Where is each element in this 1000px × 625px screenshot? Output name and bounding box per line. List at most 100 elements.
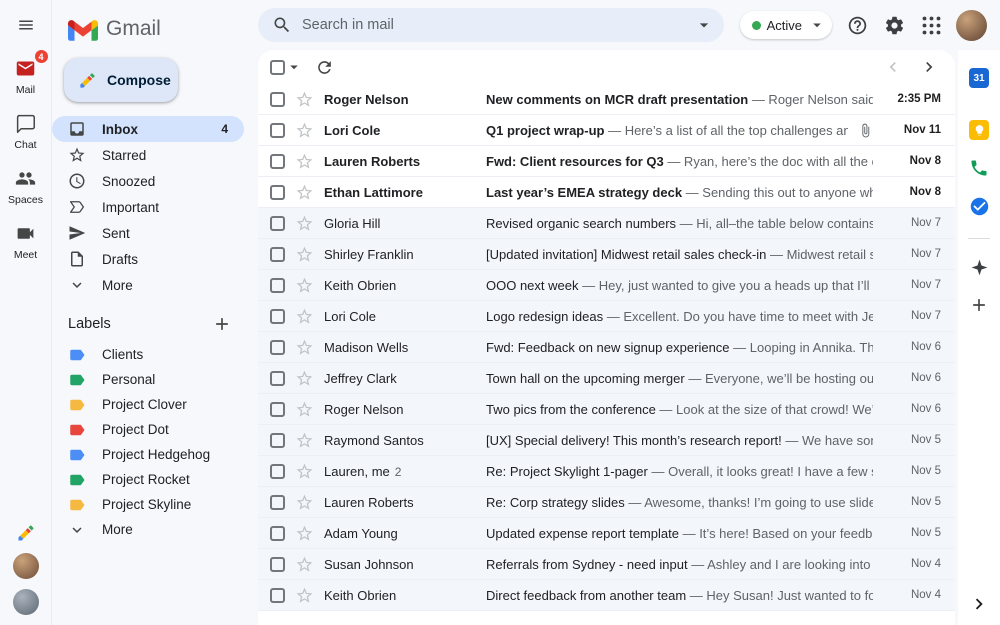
row-checkbox[interactable]: [270, 556, 285, 572]
addon-button[interactable]: [963, 251, 995, 283]
search-input[interactable]: [302, 17, 684, 33]
apps-grid-button[interactable]: [919, 13, 943, 37]
create-label-button[interactable]: [212, 314, 232, 334]
search-options-caret-icon[interactable]: [694, 15, 714, 35]
select-all-checkbox[interactable]: [270, 59, 285, 75]
row-checkbox[interactable]: [270, 370, 285, 386]
email-row[interactable]: Lauren, me 2 Re: Project Skylight 1-pager …: [258, 456, 955, 487]
row-checkbox[interactable]: [270, 153, 285, 169]
rail-item-mail[interactable]: 4 Mail: [6, 49, 49, 96]
row-checkbox[interactable]: [270, 308, 285, 324]
label-item-project-dot[interactable]: Project Dot: [52, 417, 244, 442]
sidebar-item-inbox[interactable]: Inbox 4: [52, 116, 244, 142]
email-row[interactable]: Lori Cole Logo redesign ideas — Excellent…: [258, 301, 955, 332]
star-icon[interactable]: [295, 90, 314, 109]
row-checkbox[interactable]: [270, 339, 285, 355]
email-subject: Logo redesign ideas: [486, 308, 604, 324]
avatar[interactable]: [12, 553, 39, 579]
select-caret-icon[interactable]: [285, 58, 303, 76]
star-icon[interactable]: [295, 555, 314, 574]
compose-button[interactable]: Compose: [64, 58, 178, 102]
rail-item-chat[interactable]: Chat: [6, 110, 46, 151]
star-icon[interactable]: [295, 493, 314, 512]
email-row[interactable]: Lauren Roberts Fwd: Client resources for …: [258, 146, 955, 177]
star-icon[interactable]: [295, 183, 314, 202]
tasks-button[interactable]: [963, 190, 995, 222]
label-item-project-rocket[interactable]: Project Rocket: [52, 467, 244, 492]
star-icon[interactable]: [295, 276, 314, 295]
row-checkbox[interactable]: [270, 91, 285, 107]
email-row[interactable]: Lauren Roberts Re: Corp strategy slides —…: [258, 487, 955, 518]
label-tag-icon: [68, 371, 86, 389]
profile-avatar[interactable]: [956, 9, 987, 41]
star-icon[interactable]: [295, 586, 314, 605]
row-checkbox[interactable]: [270, 246, 285, 262]
email-row[interactable]: Raymond Santos [UX] Special delivery! Thi…: [258, 425, 955, 456]
row-checkbox[interactable]: [270, 122, 285, 138]
row-checkbox[interactable]: [270, 184, 285, 200]
pencil-icon[interactable]: [16, 523, 36, 543]
help-button[interactable]: [845, 13, 869, 37]
keep-button[interactable]: [963, 114, 995, 146]
row-checkbox[interactable]: [270, 277, 285, 293]
row-checkbox[interactable]: [270, 432, 285, 448]
get-addons-button[interactable]: [963, 289, 995, 321]
older-page-button[interactable]: [919, 57, 939, 77]
email-row[interactable]: Ethan Lattimore Last year’s EMEA strategy…: [258, 177, 955, 208]
email-list-panel: Roger Nelson New comments on MCR draft pr…: [258, 50, 955, 625]
row-checkbox[interactable]: [270, 494, 285, 510]
email-row[interactable]: Keith Obrien OOO next week — Hey, just wa…: [258, 270, 955, 301]
star-icon[interactable]: [295, 400, 314, 419]
sidebar-item-sent[interactable]: Sent: [52, 220, 244, 246]
star-icon[interactable]: [295, 245, 314, 264]
star-icon[interactable]: [295, 369, 314, 388]
label-item-clients[interactable]: Clients: [52, 342, 244, 367]
sidebar-item-important[interactable]: Important: [52, 194, 244, 220]
voice-button[interactable]: [963, 152, 995, 184]
rail-item-spaces[interactable]: Spaces: [6, 165, 46, 206]
sidebar-item-more[interactable]: More: [52, 272, 244, 298]
email-row[interactable]: Susan Johnson Referrals from Sydney - nee…: [258, 549, 955, 580]
star-icon[interactable]: [295, 152, 314, 171]
email-row[interactable]: Roger Nelson New comments on MCR draft pr…: [258, 84, 955, 115]
email-row[interactable]: Roger Nelson Two pics from the conference…: [258, 394, 955, 425]
label-item-project-hedgehog[interactable]: Project Hedgehog: [52, 442, 244, 467]
label-item-project-skyline[interactable]: Project Skyline: [52, 492, 244, 517]
email-row[interactable]: Keith Obrien Direct feedback from another…: [258, 580, 955, 611]
email-row[interactable]: Shirley Franklin [Updated invitation] Mid…: [258, 239, 955, 270]
main-menu-button[interactable]: [6, 5, 46, 45]
sidebar-item-starred[interactable]: Starred: [52, 142, 244, 168]
star-icon[interactable]: [295, 214, 314, 233]
star-icon[interactable]: [295, 462, 314, 481]
email-row[interactable]: Madison Wells Fwd: Feedback on new signup…: [258, 332, 955, 363]
clock-icon: [68, 172, 86, 190]
calendar-button[interactable]: 31: [963, 62, 995, 94]
sidebar-item-snoozed[interactable]: Snoozed: [52, 168, 244, 194]
row-checkbox[interactable]: [270, 215, 285, 231]
status-selector[interactable]: Active: [739, 11, 832, 39]
refresh-button[interactable]: [315, 58, 334, 77]
star-icon[interactable]: [295, 121, 314, 140]
label-item-more[interactable]: More: [52, 517, 244, 542]
sidebar-item-drafts[interactable]: Drafts: [52, 246, 244, 272]
star-icon[interactable]: [295, 338, 314, 357]
label-item-project-clover[interactable]: Project Clover: [52, 392, 244, 417]
search-bar[interactable]: [258, 8, 724, 42]
label-item-personal[interactable]: Personal: [52, 367, 244, 392]
expand-side-panel-button[interactable]: [966, 591, 992, 617]
star-icon[interactable]: [295, 431, 314, 450]
avatar[interactable]: [12, 589, 39, 615]
newer-page-button[interactable]: [883, 57, 903, 77]
email-row[interactable]: Lori Cole Q1 project wrap-up — Here’s a l…: [258, 115, 955, 146]
email-row[interactable]: Jeffrey Clark Town hall on the upcoming m…: [258, 363, 955, 394]
row-checkbox[interactable]: [270, 401, 285, 417]
row-checkbox[interactable]: [270, 587, 285, 603]
row-checkbox[interactable]: [270, 525, 285, 541]
email-row[interactable]: Gloria Hill Revised organic search number…: [258, 208, 955, 239]
email-row[interactable]: Adam Young Updated expense report templat…: [258, 518, 955, 549]
settings-button[interactable]: [882, 13, 906, 37]
row-checkbox[interactable]: [270, 463, 285, 479]
rail-item-meet[interactable]: Meet: [6, 220, 46, 261]
star-icon[interactable]: [295, 307, 314, 326]
star-icon[interactable]: [295, 524, 314, 543]
